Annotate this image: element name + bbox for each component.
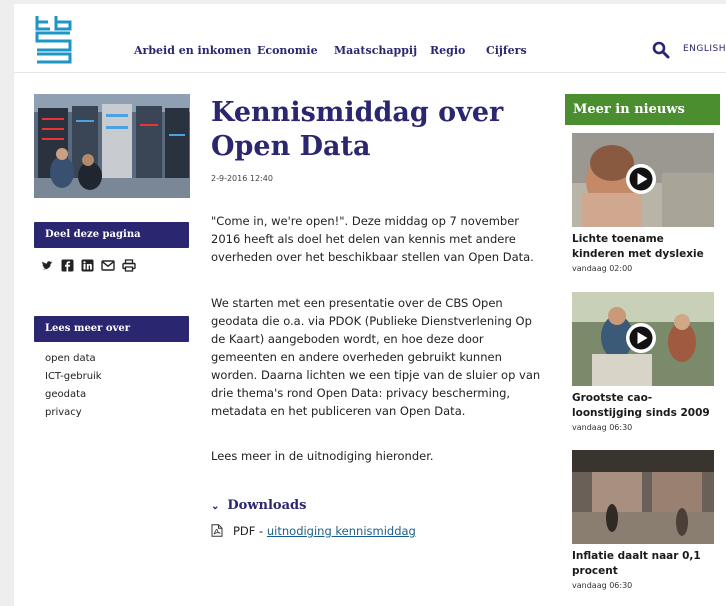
- tag-list: open data ICT-gebruik geodata privacy: [45, 350, 102, 422]
- news-title[interactable]: Grootste cao-loonstijging sinds 2009: [572, 391, 714, 421]
- news-thumbnail[interactable]: [572, 292, 714, 386]
- site-header: Arbeid en inkomen Economie Maatschappij …: [14, 4, 726, 73]
- share-heading: Deel deze pagina: [34, 222, 189, 248]
- downloads-toggle[interactable]: ⌄ Downloads: [211, 498, 306, 513]
- play-icon[interactable]: [624, 162, 658, 196]
- news-time: vandaag 06:30: [572, 581, 633, 590]
- cbs-logo[interactable]: [34, 14, 74, 64]
- news-thumbnail[interactable]: [572, 450, 714, 544]
- article-hero-image: [34, 94, 190, 198]
- play-icon[interactable]: [624, 321, 658, 355]
- read-more-heading: Lees meer over: [34, 316, 189, 342]
- news-item[interactable]: Lichte toename kinderen met dyslexie van…: [572, 133, 714, 273]
- news-image: [572, 450, 714, 544]
- pdf-file-icon: [211, 524, 223, 537]
- news-time: vandaag 06:30: [572, 423, 633, 432]
- news-item[interactable]: Grootste cao-loonstijging sinds 2009 van…: [572, 292, 714, 432]
- article-title: Kennismiddag over Open Data: [211, 97, 504, 162]
- mail-icon[interactable]: [101, 259, 115, 272]
- tag-link[interactable]: privacy: [45, 404, 102, 422]
- downloads-heading: Downloads: [227, 498, 307, 513]
- news-time: vandaag 02:00: [572, 264, 633, 273]
- nav-regio[interactable]: Regio: [430, 44, 465, 57]
- news-heading: Meer in nieuws: [565, 94, 720, 125]
- article-paragraph: "Come in, we're open!". Deze middag op 7…: [211, 214, 534, 264]
- print-icon[interactable]: [122, 259, 136, 272]
- news-thumbnail[interactable]: [572, 133, 714, 227]
- article-date: 2-9-2016 12:40: [211, 174, 273, 183]
- chevron-down-icon: ⌄: [211, 501, 220, 512]
- linkedin-icon[interactable]: [81, 259, 94, 272]
- news-item[interactable]: Inflatie daalt naar 0,1 procent vandaag …: [572, 450, 714, 590]
- download-link[interactable]: uitnodiging kennismiddag: [267, 524, 416, 538]
- search-icon[interactable]: [652, 41, 670, 59]
- tag-link[interactable]: open data: [45, 350, 102, 368]
- nav-economie[interactable]: Economie: [257, 44, 318, 57]
- language-switch[interactable]: ENGLISH: [683, 44, 726, 54]
- page: Arbeid en inkomen Economie Maatschappij …: [14, 4, 726, 606]
- nav-maatschappij[interactable]: Maatschappij: [334, 44, 417, 57]
- nav-cijfers[interactable]: Cijfers: [486, 44, 527, 57]
- news-title[interactable]: Inflatie daalt naar 0,1 procent: [572, 549, 714, 579]
- facebook-icon[interactable]: [61, 259, 74, 272]
- nav-arbeid-en-inkomen[interactable]: Arbeid en inkomen: [134, 44, 251, 57]
- download-type: PDF -: [233, 524, 267, 538]
- twitter-icon[interactable]: [41, 259, 54, 272]
- tag-link[interactable]: ICT-gebruik: [45, 368, 102, 386]
- news-title[interactable]: Lichte toename kinderen met dyslexie: [572, 232, 714, 262]
- article-paragraph: We starten met een presentatie over de C…: [211, 296, 541, 418]
- tag-link[interactable]: geodata: [45, 386, 102, 404]
- article-paragraph: Lees meer in de uitnodiging hieronder.: [211, 449, 434, 463]
- download-item: PDF - uitnodiging kennismiddag: [211, 524, 416, 538]
